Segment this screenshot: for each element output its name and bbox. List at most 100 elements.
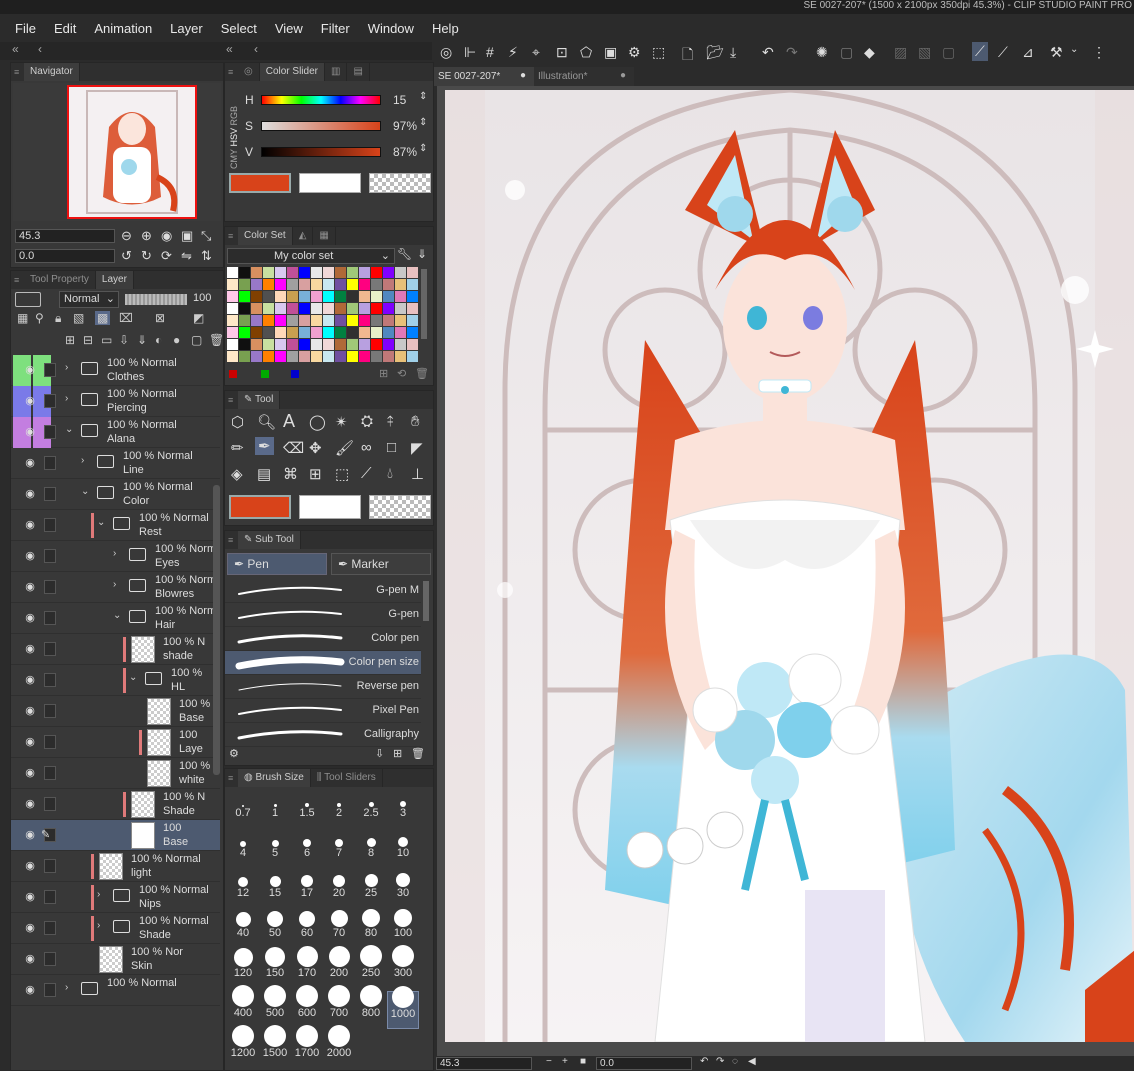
- brush-size-option[interactable]: 1: [259, 791, 291, 829]
- color-set-scrollbar[interactable]: [421, 269, 427, 339]
- color-swatch[interactable]: [359, 339, 370, 350]
- color-swatch[interactable]: [407, 327, 418, 338]
- combine-down-icon[interactable]: ⇓: [137, 333, 147, 347]
- folder-expanded-icon[interactable]: ⌄: [97, 517, 105, 528]
- brush-size-option[interactable]: 1500: [259, 1025, 291, 1069]
- color-swatch[interactable]: [251, 291, 262, 302]
- layer-scrollbar[interactable]: [213, 485, 220, 775]
- new-file-icon[interactable]: 🗋︎: [682, 44, 693, 68]
- visibility-eye-icon[interactable]: ◉: [23, 549, 37, 563]
- layer-lock-toggle[interactable]: [44, 704, 56, 718]
- reset-small-icon[interactable]: ◌: [732, 1056, 738, 1067]
- color-swatch[interactable]: [359, 291, 370, 302]
- color-swatch[interactable]: [311, 327, 322, 338]
- open-file-icon[interactable]: 📂︎: [706, 44, 724, 61]
- color-swatch[interactable]: [335, 303, 346, 314]
- navigator-preview-area[interactable]: [13, 83, 221, 221]
- status-zoom-field[interactable]: 45.3: [436, 1057, 532, 1070]
- grip-icon[interactable]: ≡: [228, 67, 238, 77]
- zoom-tool-icon[interactable]: 🔍︎: [257, 413, 276, 431]
- canvas-tab-inactive[interactable]: Illustration* ●: [534, 67, 634, 86]
- color-swatch[interactable]: [395, 303, 406, 314]
- visibility-eye-icon[interactable]: ◉: [23, 673, 37, 687]
- value-slider[interactable]: [261, 147, 381, 157]
- value-stepper-icon[interactable]: ⇕: [419, 143, 427, 154]
- brush-size-option[interactable]: 300: [387, 945, 419, 989]
- color-swatch[interactable]: [395, 339, 406, 350]
- tool-sub-color[interactable]: [299, 495, 361, 519]
- brush-size-option[interactable]: 150: [259, 947, 291, 989]
- color-swatch[interactable]: [239, 267, 250, 278]
- layer-row[interactable]: ◉ 100 % Normal light: [11, 851, 220, 882]
- color-swatch[interactable]: [275, 267, 286, 278]
- chevron-left-icon[interactable]: ‹: [38, 42, 42, 56]
- opacity-slider[interactable]: [125, 294, 187, 305]
- undo-icon[interactable]: ↶: [762, 44, 774, 61]
- color-swatch[interactable]: [263, 315, 274, 326]
- layer-lock-toggle[interactable]: [44, 611, 56, 625]
- layer-lock-toggle[interactable]: [44, 642, 56, 656]
- color-swatch[interactable]: [347, 327, 358, 338]
- clear-icon[interactable]: ▢: [840, 44, 853, 61]
- brush-size-option[interactable]: 2: [323, 791, 355, 829]
- color-swatch[interactable]: [251, 315, 262, 326]
- collapse-left-icon-2[interactable]: «: [226, 42, 233, 56]
- layer-lock-toggle[interactable]: [44, 890, 56, 904]
- color-swatch[interactable]: [311, 315, 322, 326]
- color-swatch[interactable]: [287, 291, 298, 302]
- brush-size-option[interactable]: 8: [355, 831, 387, 869]
- color-swatch[interactable]: [287, 339, 298, 350]
- rotate-field[interactable]: 0.0: [15, 249, 115, 263]
- zoom-out-icon[interactable]: ⊖: [121, 228, 132, 244]
- brush-size-option[interactable]: 2.5: [355, 791, 387, 829]
- color-swatch[interactable]: [299, 351, 310, 362]
- more-menu-icon[interactable]: ⋮: [1092, 44, 1106, 61]
- snap-ruler-icon[interactable]: ⟋: [972, 42, 988, 61]
- color-swatch[interactable]: [251, 303, 262, 314]
- tab-color-slider[interactable]: Color Slider: [259, 63, 325, 81]
- visibility-eye-icon[interactable]: ◉: [23, 425, 37, 439]
- brush-size-option[interactable]: 6: [291, 831, 323, 869]
- color-swatch[interactable]: [227, 351, 238, 362]
- menu-animation[interactable]: Animation: [85, 21, 161, 36]
- color-swatch[interactable]: [335, 291, 346, 302]
- fill-icon[interactable]: ◆: [864, 44, 875, 61]
- visibility-eye-icon[interactable]: ◉: [23, 611, 37, 625]
- color-swatch[interactable]: [251, 339, 262, 350]
- color-swatch[interactable]: [239, 339, 250, 350]
- color-swatch[interactable]: [347, 267, 358, 278]
- color-swatch[interactable]: [311, 351, 322, 362]
- color-swatch[interactable]: [275, 327, 286, 338]
- layer-row[interactable]: ◉ › 100 % Normal: [11, 975, 220, 1006]
- subtool-settings-icon[interactable]: ⚙︎: [229, 747, 239, 760]
- gradient-tool-icon[interactable]: ▤: [257, 465, 271, 483]
- tab-color-set[interactable]: Color Set: [238, 227, 293, 245]
- color-swatch[interactable]: [227, 291, 238, 302]
- color-swatch[interactable]: [287, 303, 298, 314]
- subtool-item[interactable]: G-pen: [225, 603, 421, 627]
- layer-row[interactable]: ◉ › 100 % Normal Clothes: [11, 355, 220, 386]
- color-swatch[interactable]: [323, 291, 334, 302]
- menu-help[interactable]: Help: [423, 21, 468, 36]
- subtool-item[interactable]: G-pen M: [225, 579, 421, 603]
- layer-row[interactable]: ◉ › 100 % Norm Eyes: [11, 541, 220, 572]
- tab-color-palette[interactable]: ▦: [313, 227, 336, 245]
- lock-icon[interactable]: 🔒︎: [55, 311, 61, 326]
- color-swatch[interactable]: [311, 267, 322, 278]
- tab-layer[interactable]: Layer: [95, 271, 134, 289]
- color-swatch[interactable]: [299, 327, 310, 338]
- brush-size-option[interactable]: 170: [291, 946, 323, 989]
- color-swatch[interactable]: [311, 291, 322, 302]
- zoom-out-small-icon[interactable]: −: [546, 1056, 552, 1067]
- brush-size-option[interactable]: 17: [291, 871, 323, 909]
- color-swatch[interactable]: [371, 351, 382, 362]
- sub-color-swatch[interactable]: [299, 173, 361, 193]
- figure-tool-icon[interactable]: □: [387, 439, 396, 456]
- folder-expanded-icon[interactable]: ⌄: [81, 486, 89, 497]
- subtool-item[interactable]: Calligraphy: [225, 723, 421, 747]
- color-swatch[interactable]: [383, 279, 394, 290]
- color-swatch[interactable]: [407, 267, 418, 278]
- eyedropper-icon[interactable]: ⤉: [387, 413, 394, 430]
- layer-row[interactable]: ◉ ✎ 100 Base: [11, 820, 220, 851]
- subtool-tab-pen[interactable]: ✒︎ Pen: [227, 553, 327, 575]
